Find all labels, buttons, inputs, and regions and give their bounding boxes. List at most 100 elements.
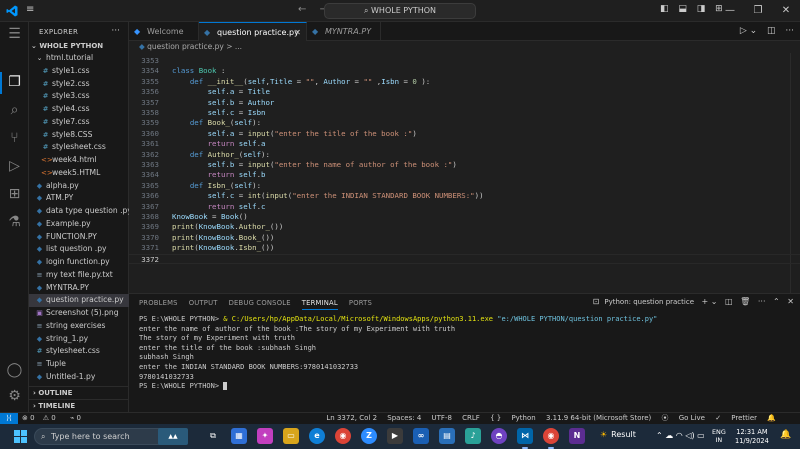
split-editor-icon[interactable]: ◫: [767, 26, 776, 36]
testing-icon[interactable]: ⚗: [6, 214, 23, 231]
code-line[interactable]: 3370 print(KnowBook.Book_()): [129, 233, 800, 243]
close-panel-icon[interactable]: ✕: [787, 297, 794, 306]
ports-status[interactable]: ⌁ 0: [70, 414, 87, 422]
code-line[interactable]: 3360 self.a = input("enter the title of …: [129, 129, 800, 139]
file-item[interactable]: ≡ string exercises: [29, 320, 129, 333]
code-line[interactable]: 3372: [129, 253, 800, 264]
file-item[interactable]: # stylesheet.css: [29, 345, 129, 358]
code-line[interactable]: 3358 self.c = Isbn: [129, 108, 800, 118]
file-item[interactable]: # style1.css: [29, 65, 129, 78]
vscode-taskbar-icon[interactable]: ⋈: [517, 428, 533, 449]
spotify-icon[interactable]: ♪: [465, 428, 481, 444]
code-line[interactable]: 3365 def Isbn_(self):: [129, 181, 800, 191]
panel-tab-ports[interactable]: PORTS: [349, 299, 372, 309]
system-clock[interactable]: 12:31 AM 11/9/2024: [735, 428, 769, 445]
weather-widget[interactable]: ☀ Result: [600, 430, 636, 439]
outline-section[interactable]: › OUTLINE: [29, 386, 129, 398]
breadcrumb[interactable]: ◆ question practice.py > ...: [129, 41, 800, 53]
prettier-button[interactable]: ✓ Prettier: [715, 414, 757, 422]
zoom-icon[interactable]: Z: [361, 428, 377, 444]
file-item[interactable]: ◆ data type question .py: [29, 205, 129, 218]
file-item[interactable]: ◆ question practice.py: [29, 294, 129, 307]
file-item[interactable]: ◆ Example.py: [29, 218, 129, 231]
code-line[interactable]: 3361 return self.a: [129, 139, 800, 149]
file-item[interactable]: <>week4.html: [29, 154, 129, 167]
search-icon[interactable]: ⌕: [6, 102, 23, 119]
file-item[interactable]: # style2.css: [29, 78, 129, 91]
maximize-panel-icon[interactable]: ⌃: [773, 297, 780, 306]
code-line[interactable]: 3359 def Book_(self):: [129, 118, 800, 128]
teams-icon[interactable]: ∞: [413, 428, 429, 444]
file-item[interactable]: # stylesheet.css: [29, 141, 129, 154]
timeline-section[interactable]: › TIMELINE: [29, 399, 129, 411]
run-python-icon[interactable]: ▷ ⌄: [740, 26, 757, 36]
code-line[interactable]: 3357 self.b = Author: [129, 98, 800, 108]
tab-welcome[interactable]: ◆ Welcome: [129, 22, 199, 41]
hamburger-menu-icon[interactable]: ≡: [26, 4, 34, 15]
battery-icon[interactable]: ▭: [697, 431, 705, 440]
media-player-icon[interactable]: ▶: [387, 428, 403, 444]
code-line[interactable]: 3367 return self.c: [129, 202, 800, 212]
file-item[interactable]: ◆ Untitled-1.py: [29, 371, 129, 384]
code-line[interactable]: 3371 print(KnowBook.Isbn_()): [129, 243, 800, 253]
windows-start-icon[interactable]: [14, 430, 27, 443]
file-item[interactable]: ◆ FUNCTION.PY: [29, 231, 129, 244]
extensions-icon[interactable]: ⊞: [6, 186, 23, 203]
account-icon[interactable]: ◯: [6, 362, 23, 379]
code-line[interactable]: 3364 return self.b: [129, 170, 800, 180]
volume-icon[interactable]: ◁): [685, 431, 694, 440]
workspace-root[interactable]: ⌄ WHOLE PYTHON: [31, 42, 103, 50]
settings-gear-icon[interactable]: ⚙: [6, 388, 23, 405]
task-view-icon[interactable]: ⧉: [205, 428, 221, 444]
file-item[interactable]: ◆ MYNTRA.PY: [29, 282, 129, 295]
search-highlight-icon[interactable]: ▲▲: [158, 428, 188, 445]
tab-myntra[interactable]: ◆ MYNTRA.PY: [307, 22, 381, 41]
terminal-name[interactable]: Python: question practice: [604, 298, 694, 306]
minimize-button[interactable]: —: [716, 0, 744, 22]
split-terminal-icon[interactable]: ◫: [725, 297, 733, 306]
edge-browser-icon[interactable]: e: [309, 428, 325, 444]
python-interpreter[interactable]: 3.11.9 64-bit (Microsoft Store): [546, 414, 651, 422]
code-line[interactable]: 3355 def __init__(self,Title = "", Autho…: [129, 77, 800, 87]
file-item[interactable]: # style8.CSS: [29, 129, 129, 142]
terminal-output[interactable]: PS E:\WHOLE PYTHON> & C:/Users/hp/AppDat…: [139, 315, 789, 392]
code-line[interactable]: 3369 print(KnowBook.Author_()): [129, 222, 800, 232]
encoding[interactable]: UTF-8: [432, 414, 452, 422]
file-item[interactable]: ◆ alpha.py: [29, 180, 129, 193]
code-line[interactable]: 3362 def Author_(self):: [129, 150, 800, 160]
notification-center-icon[interactable]: 🔔: [780, 430, 791, 440]
wifi-icon[interactable]: ◠: [676, 431, 683, 440]
file-item[interactable]: # style7.css: [29, 116, 129, 129]
folder-item[interactable]: ⌄ html.tutorial: [29, 52, 129, 65]
notifications-bell-icon[interactable]: 🔔: [767, 414, 776, 422]
remote-indicator-icon[interactable]: ⟩⟨: [0, 413, 18, 424]
language-indicator[interactable]: ENG IN: [712, 428, 726, 444]
code-line[interactable]: 3356 self.a = Title: [129, 87, 800, 97]
toggle-secondary-sidebar-icon[interactable]: ◨: [697, 4, 706, 14]
run-debug-icon[interactable]: ▷: [6, 158, 23, 175]
code-line[interactable]: 3363 self.b = input("enter the name of a…: [129, 160, 800, 170]
more-actions-icon[interactable]: ···: [758, 297, 766, 306]
indentation[interactable]: Spaces: 4: [387, 414, 421, 422]
code-line[interactable]: 3368 KnowBook = Book(): [129, 212, 800, 222]
panel-tab-output[interactable]: OUTPUT: [189, 299, 218, 309]
more-actions-icon[interactable]: ···: [111, 26, 120, 36]
widgets-icon[interactable]: ▦: [231, 428, 247, 444]
explorer-icon[interactable]: ❐: [6, 74, 23, 91]
tab-question-practice[interactable]: ◆ question practice.py ✕: [199, 22, 307, 41]
kill-terminal-icon[interactable]: 🗑: [740, 297, 750, 306]
file-item[interactable]: ◆ string_1.py: [29, 333, 129, 346]
panel-tab-problems[interactable]: PROBLEMS: [139, 299, 178, 309]
code-line[interactable]: 3354 class Book :: [129, 66, 800, 76]
panel-tab-terminal[interactable]: TERMINAL: [301, 299, 338, 310]
language-mode[interactable]: { } Python: [490, 414, 536, 422]
new-terminal-icon[interactable]: + ⌄: [702, 297, 718, 306]
file-item[interactable]: ≡ my text file.py.txt: [29, 269, 129, 282]
more-actions-icon[interactable]: ···: [785, 26, 794, 36]
file-item[interactable]: ◆ list question .py: [29, 243, 129, 256]
cloud-icon[interactable]: ☁: [665, 431, 673, 440]
chevron-up-icon[interactable]: ⌃: [656, 431, 663, 440]
toggle-panel-icon[interactable]: ⬓: [678, 4, 687, 14]
copilot-icon[interactable]: ✦: [257, 428, 273, 444]
store-icon[interactable]: ▤: [439, 428, 455, 444]
